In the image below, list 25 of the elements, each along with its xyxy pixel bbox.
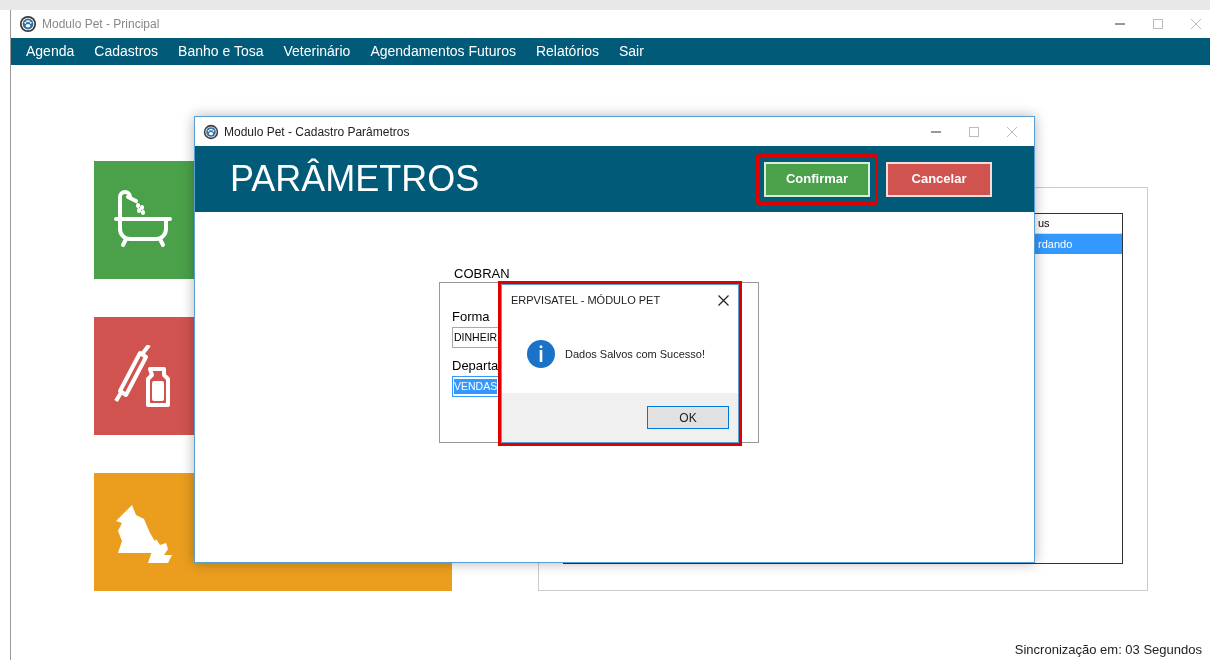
field-label: Forma [452, 309, 491, 325]
page-heading: PARÂMETROS [230, 157, 480, 201]
message-box-title: ERPVISATEL - MÓDULO PET [511, 292, 661, 308]
column-header: us [1038, 216, 1050, 232]
group-legend: COBRAN [452, 266, 512, 281]
menu-item[interactable]: Sair [618, 41, 644, 62]
menu-item[interactable]: Agendamentos Futuros [370, 41, 516, 62]
menu-item[interactable]: Cadastros [94, 41, 159, 62]
input-field[interactable]: DINHEIR [452, 327, 499, 348]
message-text: Dados Salvos com Sucesso! [565, 346, 705, 362]
info-icon [527, 340, 555, 368]
field-label: Departa [452, 358, 500, 374]
ok-button[interactable]: OK [647, 406, 729, 429]
close-icon[interactable] [718, 294, 729, 306]
sync-status: Sincronização em: 03 Segundos [1014, 640, 1202, 659]
menu-item[interactable]: Banho e Tosa [178, 41, 264, 62]
window-title: Modulo Pet - Principal [42, 16, 160, 33]
maximize-icon[interactable] [968, 125, 980, 138]
menu-item[interactable]: Agenda [26, 41, 75, 62]
menu-item[interactable]: Relatórios [535, 41, 599, 62]
dialog-title: Modulo Pet - Cadastro Parâmetros [224, 123, 410, 141]
cancel-button[interactable]: Cancelar [886, 161, 992, 197]
table-cell-text: rdando [1038, 236, 1073, 252]
menu-item[interactable]: Veterinário [283, 41, 351, 62]
maximize-icon[interactable] [1152, 18, 1164, 30]
